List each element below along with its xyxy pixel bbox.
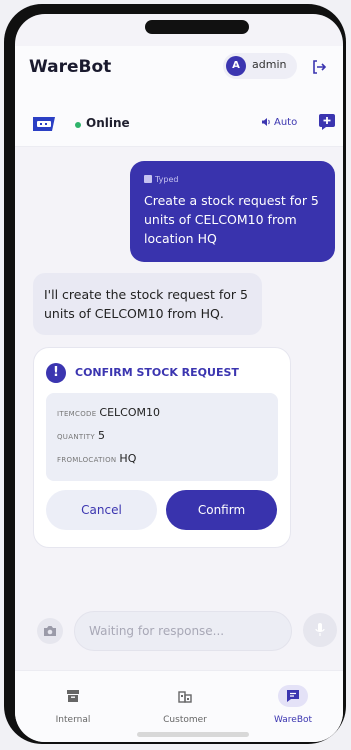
tab-label: Customer (163, 715, 207, 725)
confirm-card: ! CONFIRM STOCK REQUEST ITEMCODE CELCOM10… (33, 347, 291, 548)
bot-icon (30, 113, 60, 139)
detail-row-quantity: QUANTITY 5 (57, 429, 105, 442)
app-header: WareBot A admin (15, 46, 343, 103)
chat-icon (278, 685, 308, 707)
alert-icon: ! (46, 363, 66, 383)
cancel-button[interactable]: Cancel (46, 490, 157, 530)
archive-icon (58, 685, 88, 707)
building-icon (170, 685, 200, 707)
detail-row-fromlocation: FROMLOCATION HQ (57, 452, 137, 465)
user-menu[interactable]: A admin (223, 53, 297, 79)
bot-message-text: I'll create the stock request for 5 unit… (44, 287, 248, 321)
detail-row-itemcode: ITEMCODE CELCOM10 (57, 406, 161, 419)
bot-message: I'll create the stock request for 5 unit… (33, 273, 262, 335)
tab-customer[interactable]: Customer (145, 685, 225, 725)
microphone-icon[interactable] (303, 613, 337, 647)
tab-label: WareBot (273, 715, 313, 725)
confirm-button[interactable]: Confirm (166, 490, 277, 530)
user-message: Typed Create a stock request for 5 units… (130, 161, 335, 262)
speaker-icon (262, 118, 270, 126)
tab-warebot[interactable]: WareBot (253, 685, 333, 725)
online-status: Online (86, 116, 130, 130)
confirm-title: CONFIRM STOCK REQUEST (75, 366, 239, 379)
online-dot (75, 122, 81, 128)
user-name: admin (252, 58, 287, 71)
home-indicator (137, 732, 249, 737)
phone-frame: WareBot A admin Online Auto Typed Create… (4, 4, 346, 744)
app-screen: WareBot A admin Online Auto Typed Create… (15, 14, 343, 742)
auto-voice-toggle[interactable]: Auto (261, 117, 297, 128)
request-details: ITEMCODE CELCOM10 QUANTITY 5 FROMLOCATION H… (46, 393, 278, 481)
tab-label: Internal (55, 715, 91, 725)
typed-badge: Typed (144, 175, 178, 184)
auto-label: Auto (274, 117, 298, 128)
camera-icon[interactable] (37, 618, 63, 644)
camera-notch (145, 20, 249, 34)
bot-status-bar: Online Auto (15, 102, 343, 147)
logout-icon[interactable] (311, 59, 327, 79)
app-title: WareBot (29, 57, 112, 77)
new-chat-icon[interactable] (318, 113, 336, 135)
avatar: A (226, 56, 246, 76)
user-message-text: Create a stock request for 5 units of CE… (144, 193, 319, 246)
message-input[interactable]: Waiting for response... (74, 611, 292, 651)
keyboard-icon (144, 175, 152, 183)
composer: Waiting for response... (15, 608, 343, 664)
tab-internal[interactable]: Internal (33, 685, 113, 725)
